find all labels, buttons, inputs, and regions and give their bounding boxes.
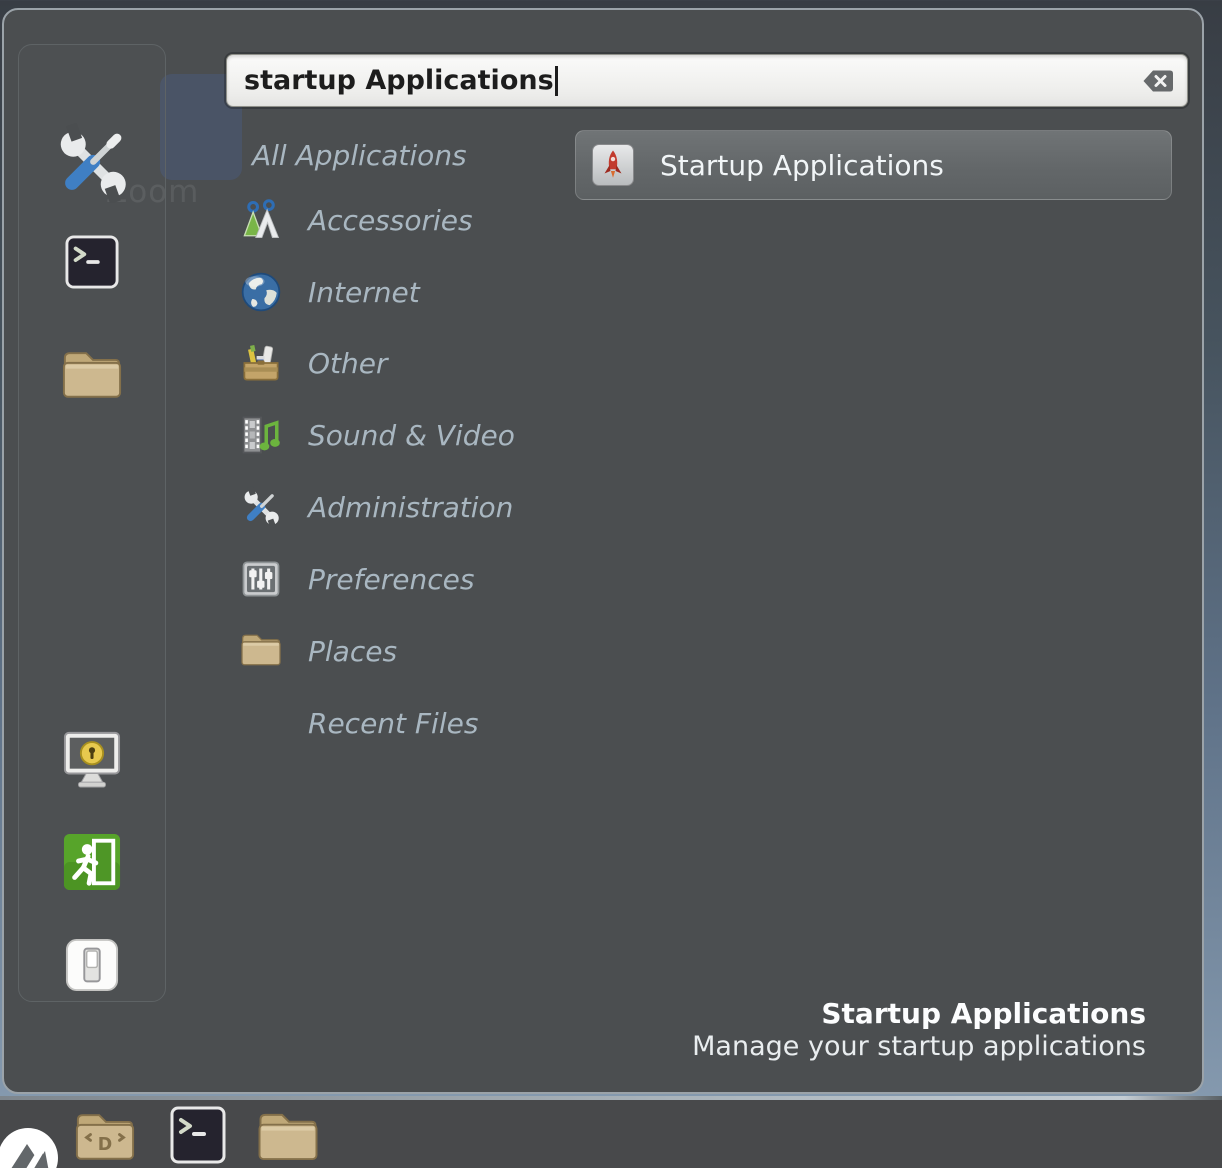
- tools-crossed-icon: [52, 123, 132, 203]
- favorites-sidebar: [18, 44, 166, 1002]
- category-all-applications[interactable]: All Applications: [252, 119, 582, 191]
- desktop: { "desktop": { "partial_window_label": "…: [0, 0, 1222, 1168]
- search-input[interactable]: startup Applications: [226, 54, 1188, 107]
- sidebar-item-lock-screen[interactable]: [60, 730, 124, 788]
- selection-title: Startup Applications: [692, 998, 1146, 1030]
- mountain-logo-icon: [0, 1126, 60, 1168]
- category-places[interactable]: Places: [240, 615, 570, 687]
- main-menu-panel: Zoom: [2, 8, 1204, 1094]
- power-switch-icon: [65, 938, 119, 992]
- sidebar-item-shutdown[interactable]: [65, 938, 119, 992]
- category-sound-video[interactable]: Sound & Video: [240, 399, 570, 471]
- category-internet[interactable]: Internet: [240, 256, 570, 328]
- startup-rocket-icon: [592, 144, 634, 186]
- text-caret: [555, 66, 558, 96]
- selection-info: Startup Applications Manage your startup…: [692, 998, 1146, 1063]
- terminal-icon: [170, 1106, 226, 1164]
- taskbar: D: [0, 1096, 1222, 1168]
- toolbox-icon: [240, 342, 282, 384]
- logout-door-icon: [63, 833, 121, 891]
- sidebar-item-logout[interactable]: [63, 833, 121, 891]
- result-startup-applications[interactable]: Startup Applications: [575, 130, 1172, 200]
- terminal-icon: [65, 235, 119, 289]
- lock-screen-monitor-icon: [60, 730, 124, 788]
- category-accessories[interactable]: Accessories: [240, 184, 570, 256]
- sidebar-item-files[interactable]: [61, 346, 123, 401]
- sound-video-icon: [240, 414, 282, 456]
- svg-text:D: D: [98, 1135, 112, 1155]
- taskbar-menu-button[interactable]: [0, 1126, 60, 1168]
- taskbar-desktop-folder-button[interactable]: D: [74, 1108, 136, 1163]
- clear-backspace-icon[interactable]: [1142, 68, 1174, 93]
- places-folder-icon: [240, 630, 282, 672]
- category-administration[interactable]: Administration: [240, 471, 570, 543]
- folder-icon: [61, 346, 123, 401]
- accessories-icon: [240, 199, 282, 241]
- category-recent-files[interactable]: Recent Files: [240, 687, 570, 759]
- search-input-value: startup Applications: [244, 65, 554, 96]
- taskbar-files-button[interactable]: [256, 1108, 320, 1163]
- sidebar-item-terminal[interactable]: [65, 235, 119, 289]
- category-other[interactable]: Other: [240, 327, 570, 399]
- internet-globe-icon: [240, 271, 282, 313]
- folder-icon: [256, 1108, 320, 1163]
- administration-tools-icon: [240, 486, 282, 528]
- selection-description: Manage your startup applications: [692, 1031, 1146, 1063]
- sidebar-item-system-tools[interactable]: [52, 123, 132, 203]
- preferences-sliders-icon: [240, 558, 282, 600]
- folder-d-icon: D: [74, 1108, 136, 1163]
- taskbar-terminal-button[interactable]: [170, 1106, 226, 1164]
- category-preferences[interactable]: Preferences: [240, 543, 570, 615]
